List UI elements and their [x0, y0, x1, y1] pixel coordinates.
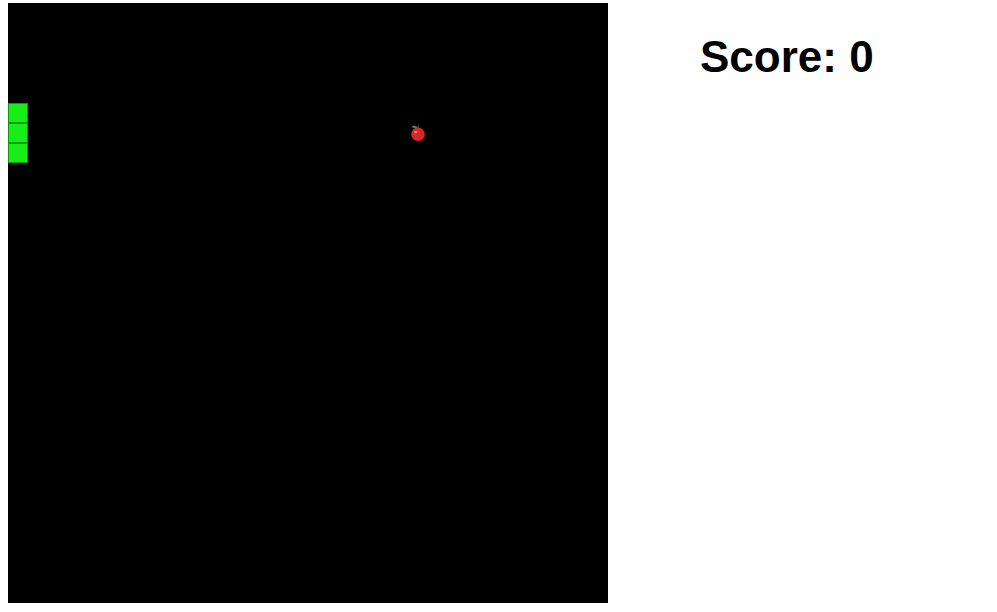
game-board[interactable]: [8, 3, 608, 603]
snake-segment: [8, 143, 28, 163]
snake-segment: [8, 103, 28, 123]
score-label: Score: 0: [700, 31, 874, 84]
snake-segment: [8, 123, 28, 143]
apple-icon: [408, 123, 428, 143]
